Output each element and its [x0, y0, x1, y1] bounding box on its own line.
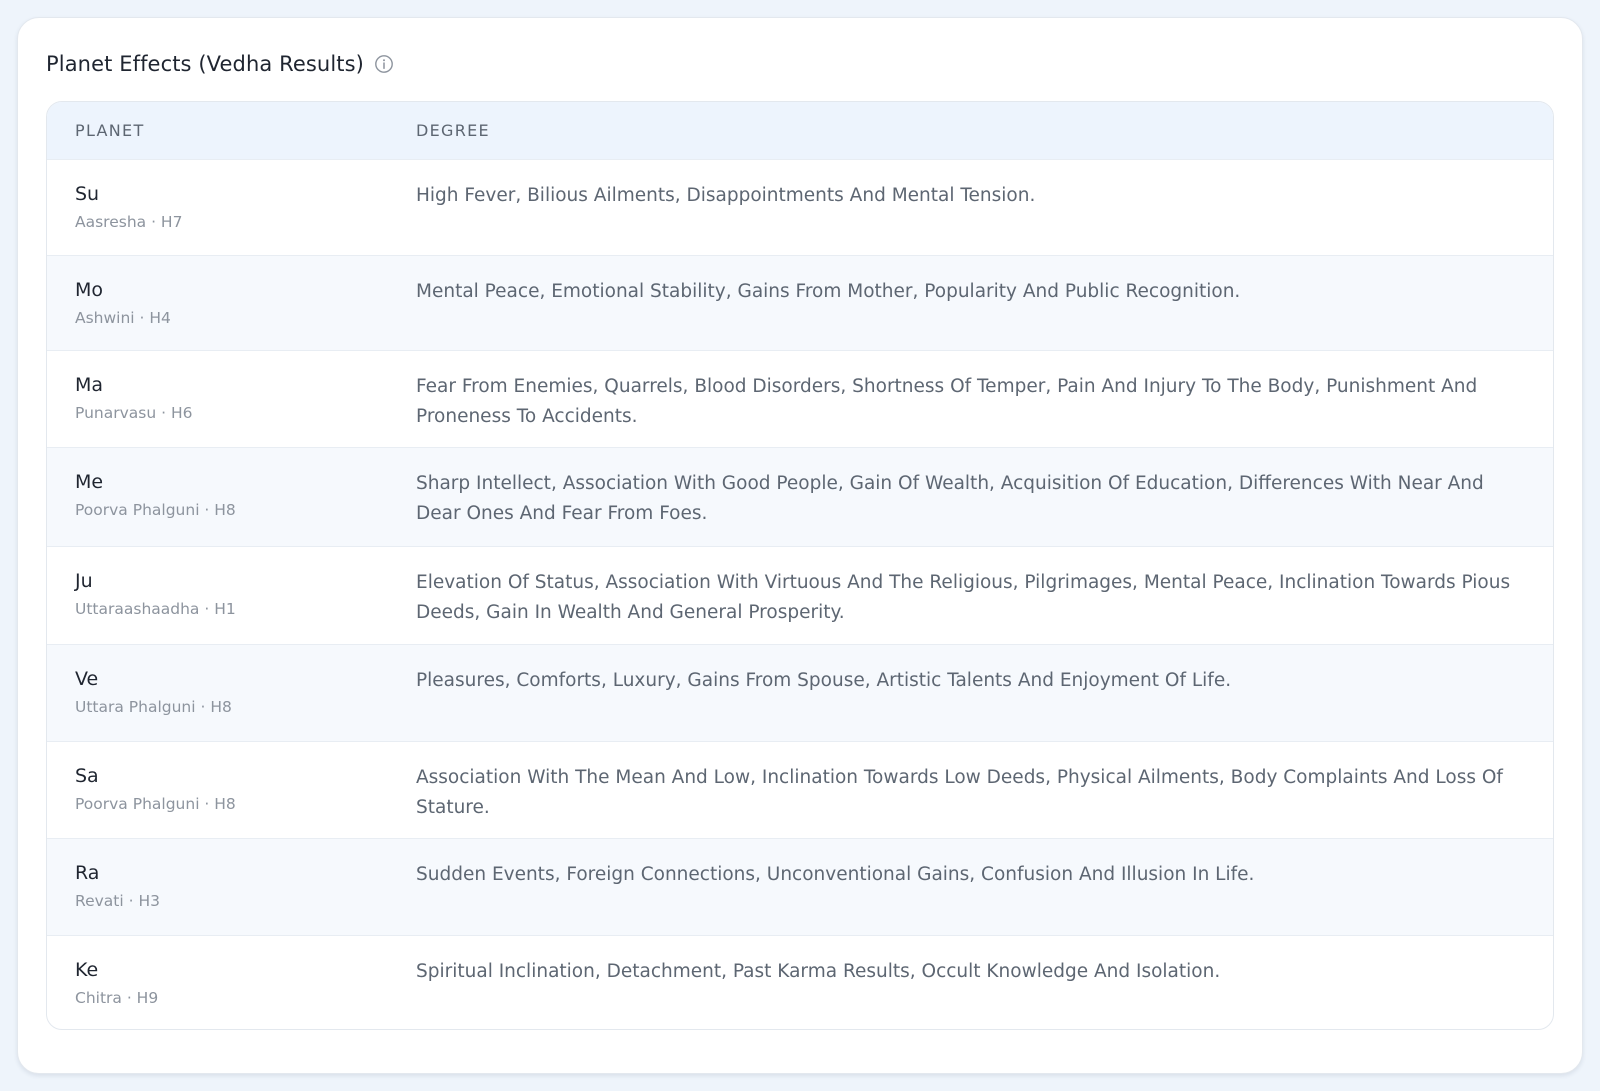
planet-abbreviation: Su [75, 183, 100, 205]
planet-effect-text: Mental Peace, Emotional Stability, Gains… [416, 281, 1241, 302]
card-header: Planet Effects (Vedha Results) [46, 48, 394, 80]
planet-nakshatra-house: Ashwini · H4 [75, 309, 171, 327]
planet-nakshatra-house: Poorva Phalguni · H8 [75, 501, 236, 519]
planet-effect-text: Sharp Intellect, Association With Good P… [416, 473, 1484, 524]
planet-nakshatra-house: Revati · H3 [75, 892, 160, 910]
planet-nakshatra-house: Aasresha · H7 [75, 213, 183, 231]
vedha-results-table: PLANET DEGREE Su Aasresha · H7 High Feve… [46, 101, 1554, 1030]
planet-cell: Ra Revati · H3 [47, 839, 416, 935]
planet-effects-card: Planet Effects (Vedha Results) PLANET DE… [17, 17, 1583, 1074]
table-row: Ju Uttaraashaadha · H1 Elevation Of Stat… [47, 546, 1553, 644]
planet-cell: Ve Uttara Phalguni · H8 [47, 645, 416, 741]
table-row: Me Poorva Phalguni · H8 Sharp Intellect,… [47, 447, 1553, 546]
planet-cell: Ju Uttaraashaadha · H1 [47, 547, 416, 644]
planet-nakshatra-house: Uttaraashaadha · H1 [75, 600, 236, 618]
planet-cell: Me Poorva Phalguni · H8 [47, 448, 416, 546]
planet-abbreviation: Mo [75, 279, 104, 301]
column-header-planet: PLANET [75, 121, 145, 140]
card-title: Planet Effects (Vedha Results) [46, 52, 364, 76]
planet-nakshatra-house: Punarvasu · H6 [75, 404, 193, 422]
planet-effect-text: Fear From Enemies, Quarrels, Blood Disor… [416, 376, 1478, 427]
table-row: Ke Chitra · H9 Spiritual Inclination, De… [47, 935, 1553, 1029]
planet-effect-text: Spiritual Inclination, Detachment, Past … [416, 961, 1221, 982]
planet-effect-text: Association With The Mean And Low, Incli… [416, 767, 1503, 818]
planet-abbreviation: Me [75, 471, 104, 493]
planet-nakshatra-house: Uttara Phalguni · H8 [75, 698, 232, 716]
table-row: Ve Uttara Phalguni · H8 Pleasures, Comfo… [47, 644, 1553, 741]
planet-nakshatra-house: Chitra · H9 [75, 989, 159, 1007]
planet-abbreviation: Ra [75, 862, 100, 884]
table-row: Ma Punarvasu · H6 Fear From Enemies, Qua… [47, 350, 1553, 447]
column-header-degree: DEGREE [416, 121, 490, 140]
table-row: Sa Poorva Phalguni · H8 Association With… [47, 741, 1553, 838]
table-row: Ra Revati · H3 Sudden Events, Foreign Co… [47, 838, 1553, 935]
planet-cell: Sa Poorva Phalguni · H8 [47, 742, 416, 838]
planet-abbreviation: Ke [75, 959, 99, 981]
planet-abbreviation: Sa [75, 765, 99, 787]
planet-nakshatra-house: Poorva Phalguni · H8 [75, 795, 236, 813]
planet-cell: Ke Chitra · H9 [47, 936, 416, 1029]
planet-abbreviation: Ju [75, 570, 93, 592]
table-row: Mo Ashwini · H4 Mental Peace, Emotional … [47, 255, 1553, 350]
planet-effect-text: High Fever, Bilious Ailments, Disappoint… [416, 185, 1036, 206]
planet-cell: Su Aasresha · H7 [47, 160, 416, 255]
table-header: PLANET DEGREE [47, 102, 1553, 159]
planet-cell: Ma Punarvasu · H6 [47, 351, 416, 447]
planet-abbreviation: Ma [75, 374, 104, 396]
planet-cell: Mo Ashwini · H4 [47, 256, 416, 350]
table-row: Su Aasresha · H7 High Fever, Bilious Ail… [47, 159, 1553, 255]
planet-effect-text: Pleasures, Comforts, Luxury, Gains From … [416, 670, 1232, 691]
planet-effect-text: Elevation Of Status, Association With Vi… [416, 572, 1511, 623]
planet-abbreviation: Ve [75, 668, 99, 690]
planet-effect-text: Sudden Events, Foreign Connections, Unco… [416, 864, 1255, 885]
info-circle-icon[interactable] [374, 54, 394, 74]
